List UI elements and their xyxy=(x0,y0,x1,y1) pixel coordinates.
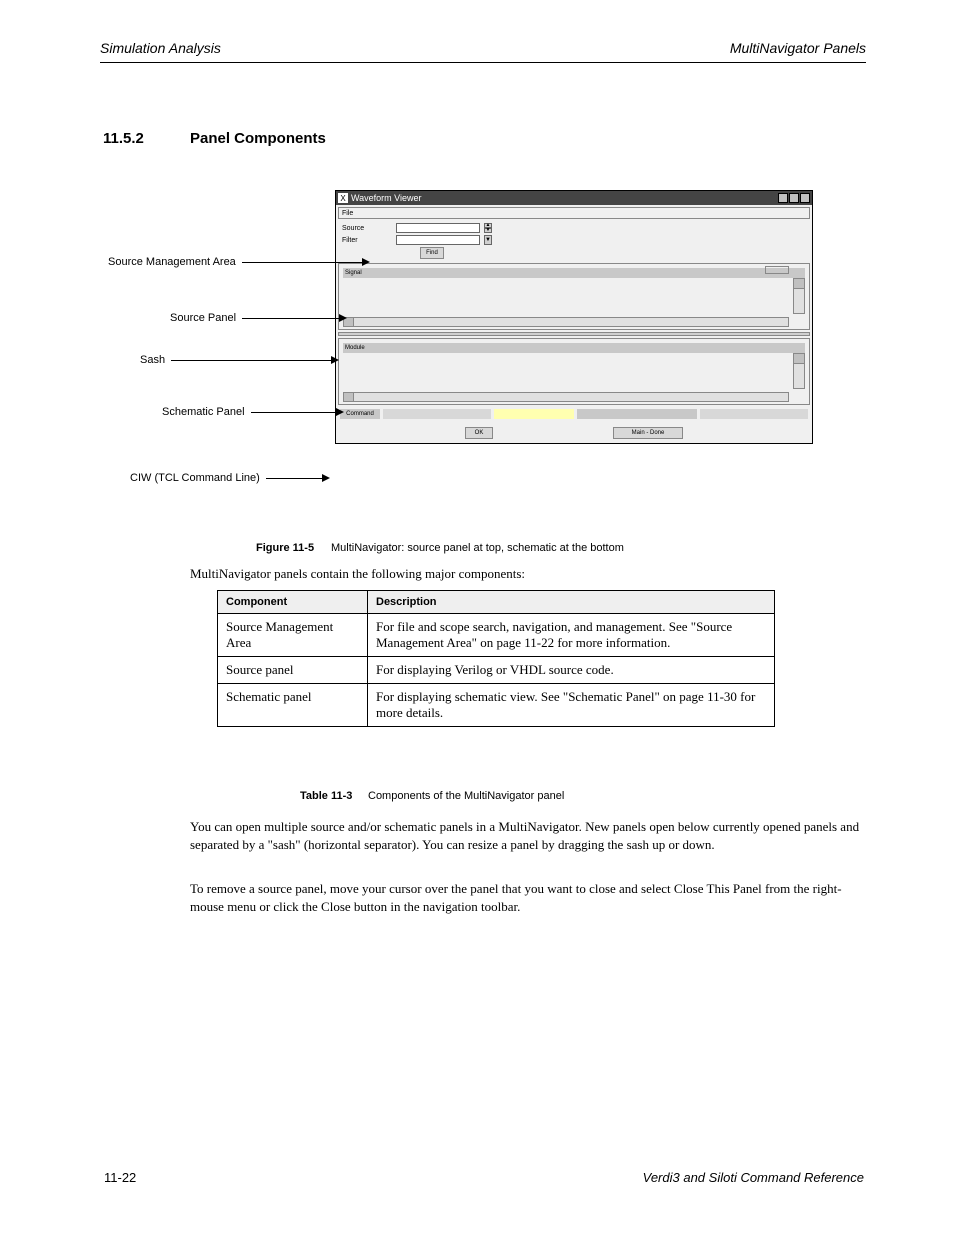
command-input[interactable] xyxy=(494,409,574,419)
ok-button[interactable]: OK xyxy=(465,427,493,439)
callout-source-panel: Source Panel xyxy=(170,312,242,324)
source-panel-header: Signal xyxy=(343,268,805,278)
section-title: Panel Components xyxy=(190,130,326,147)
window-title: Waveform Viewer xyxy=(351,193,777,203)
app-icon: X xyxy=(338,193,348,203)
maximize-button[interactable] xyxy=(789,193,799,203)
schematic-vscrollbar[interactable] xyxy=(793,353,805,389)
spin-down-icon[interactable]: ▼ xyxy=(484,228,492,233)
callout-ciw: CIW (TCL Command Line) xyxy=(130,472,266,484)
paragraph-1: You can open multiple source and/or sche… xyxy=(190,818,864,854)
menu-file[interactable]: File xyxy=(342,210,353,217)
source-panel: Signal xyxy=(338,263,810,330)
table-caption-rest: Components of the MultiNavigator panel xyxy=(368,790,564,802)
header-rule xyxy=(100,62,866,63)
header-right: MultiNavigator Panels xyxy=(730,40,866,56)
source-management-area: Source ▲ ▼ Filter ▼ Find xyxy=(336,221,812,261)
row0-c1: Source Management Area xyxy=(218,614,368,657)
schematic-hscrollbar[interactable] xyxy=(343,392,789,402)
filter-dropdown-input[interactable] xyxy=(396,235,480,245)
row1-c1: Source panel xyxy=(218,657,368,684)
command-seg-a xyxy=(383,409,491,419)
dropdown-arrow-icon[interactable]: ▼ xyxy=(484,235,492,245)
multinavigator-window: X Waveform Viewer File Source ▲ ▼ Filter… xyxy=(335,190,813,444)
source-hscrollbar[interactable] xyxy=(343,317,789,327)
spin-buttons[interactable]: ▲ ▼ xyxy=(484,223,492,233)
main-done-button[interactable]: Main - Done xyxy=(613,427,683,439)
spin-label: Source xyxy=(342,225,392,232)
find-button[interactable]: Find xyxy=(420,247,444,259)
row1-c2: For displaying Verilog or VHDL source co… xyxy=(368,657,775,684)
th-description: Description xyxy=(368,591,775,614)
callout-source-management: Source Management Area xyxy=(108,256,242,268)
command-label: Command xyxy=(340,409,380,419)
table-intro: MultiNavigator panels contain the follow… xyxy=(190,566,525,582)
callout-sash: Sash xyxy=(140,354,171,366)
paragraph-2: To remove a source panel, move your curs… xyxy=(190,880,864,916)
section-number: 11.5.2 xyxy=(103,130,144,147)
schematic-panel-header: Module xyxy=(343,343,805,353)
source-spin-input[interactable] xyxy=(396,223,480,233)
command-seg-c xyxy=(700,409,808,419)
source-panel-body[interactable] xyxy=(343,280,805,314)
components-table: Component Description Source Management … xyxy=(217,590,775,727)
figure-caption-rest: MultiNavigator: source panel at top, sch… xyxy=(331,542,624,554)
schematic-panel-body[interactable] xyxy=(343,355,805,389)
figure-caption-lead: Figure 11-5 xyxy=(256,542,314,554)
menu-bar[interactable]: File xyxy=(338,207,810,219)
footer-page-number: 11-22 xyxy=(104,1170,136,1185)
header-left: Simulation Analysis xyxy=(100,40,221,56)
row2-c1: Schematic panel xyxy=(218,684,368,727)
footer-doc-title: Verdi3 and Siloti Command Reference xyxy=(643,1170,864,1185)
sash[interactable] xyxy=(338,332,810,336)
panel-tab[interactable] xyxy=(765,266,789,274)
window-titlebar: X Waveform Viewer xyxy=(336,191,812,205)
source-vscrollbar[interactable] xyxy=(793,278,805,314)
row0-c2: For file and scope search, navigation, a… xyxy=(368,614,775,657)
schematic-panel: Module xyxy=(338,338,810,405)
command-seg-b xyxy=(577,409,697,419)
table-caption-lead: Table 11-3 xyxy=(300,790,352,802)
row2-c2: For displaying schematic view. See "Sche… xyxy=(368,684,775,727)
minimize-button[interactable] xyxy=(778,193,788,203)
ciw-command-bar: Command xyxy=(338,407,810,421)
close-button[interactable] xyxy=(800,193,810,203)
drop-label: Filter xyxy=(342,237,392,244)
callout-schematic-panel: Schematic Panel xyxy=(162,406,251,418)
th-component: Component xyxy=(218,591,368,614)
